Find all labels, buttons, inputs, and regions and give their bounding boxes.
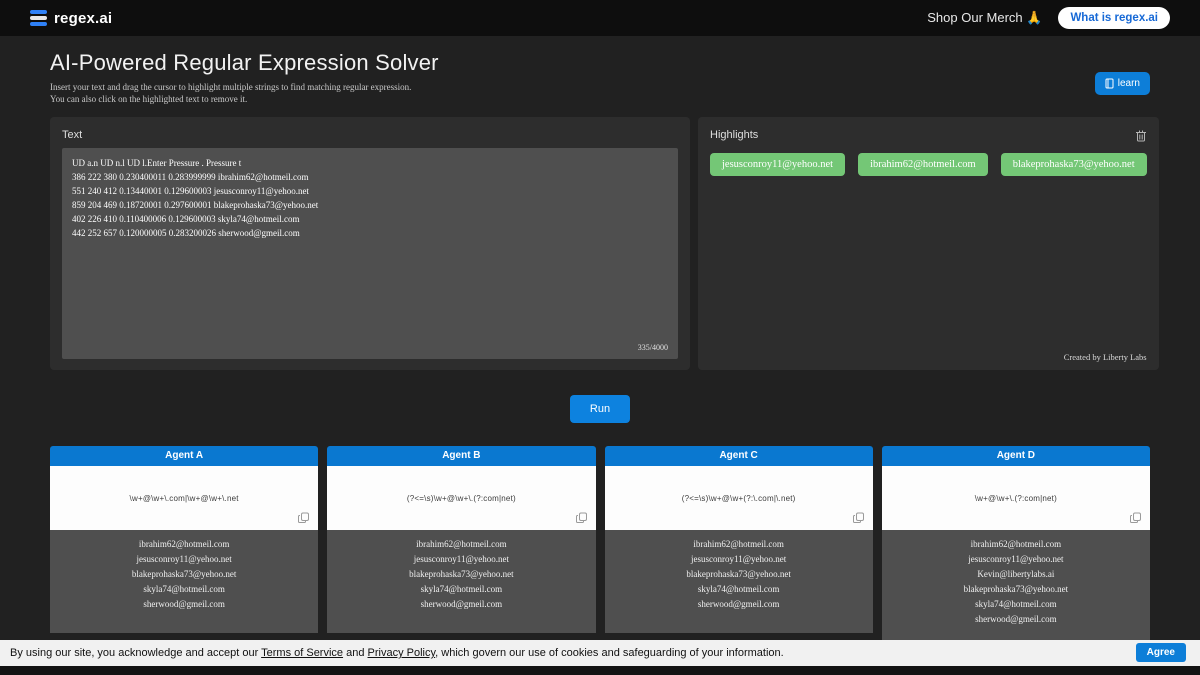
match-result: sherwood@gmeil.com <box>420 599 503 609</box>
text-line: UD a.n UD n.l UD l.Enter Pressure . Pres… <box>72 158 242 168</box>
text-line: 402 226 410 0.110400006 0.129600003 skyl… <box>72 214 300 224</box>
trash-icon <box>1135 130 1146 142</box>
learn-button[interactable]: learn <box>1094 72 1150 95</box>
copy-icon <box>852 512 864 523</box>
book-icon <box>1105 78 1114 89</box>
regex-ai-logo-icon <box>30 10 47 26</box>
agent-card-b: Agent B (?<=\s)\w+@\w+\.(?:com|net) ibra… <box>327 446 596 633</box>
cookie-text-before: By using our site, you acknowledge and a… <box>10 647 262 659</box>
highlight-chips: jesusconroy11@yehoo.net ibrahim62@hotmei… <box>710 153 1147 176</box>
agent-a-regex: \w+@\w+\.com|\w+@\w+\.net <box>129 493 239 503</box>
main-panels: Text UD a.n UD n.l UD l.Enter Pressure .… <box>50 117 1159 370</box>
page-title: AI-Powered Regular Expression Solver <box>50 50 439 75</box>
logo[interactable]: regex.ai <box>30 10 112 27</box>
text-input[interactable]: UD a.n UD n.l UD l.Enter Pressure . Pres… <box>62 148 678 359</box>
logo-text: regex.ai <box>54 9 113 27</box>
match-result: blakeprohaska73@yehoo.net <box>686 569 791 579</box>
text-line: 551 240 412 0.13440001 0.129600003 jesus… <box>72 186 309 196</box>
agent-c-regex: (?<=\s)\w+@\w+(?:\.com|\.net) <box>681 493 796 503</box>
match-result: jesusconroy11@yehoo.net <box>691 554 787 564</box>
run-button[interactable]: Run <box>569 395 631 423</box>
agent-a-regex-area: \w+@\w+\.com|\w+@\w+\.net <box>50 466 319 530</box>
cookie-text-mid: and <box>343 647 368 659</box>
agent-c-results: ibrahim62@hotmeil.com jesusconroy11@yeho… <box>604 530 873 633</box>
highlight-chip[interactable]: jesusconroy11@yehoo.net <box>710 153 846 176</box>
copy-icon <box>575 512 587 523</box>
copy-regex-button[interactable] <box>1130 512 1142 524</box>
agent-a-title: Agent A <box>50 446 319 466</box>
highlight-chip[interactable]: ibrahim62@hotmeil.com <box>858 153 988 176</box>
subtitle-line-2: You can also click on the highlighted te… <box>50 94 248 104</box>
topbar: regex.ai Shop Our Merch 🙏 What is regex.… <box>0 0 1200 36</box>
agent-b-regex-area: (?<=\s)\w+@\w+\.(?:com|net) <box>327 466 596 530</box>
match-result: jesusconroy11@yehoo.net <box>968 554 1064 564</box>
highlights-panel: Highlights jesusconroy11@yehoo.net ibrah… <box>698 117 1159 370</box>
copy-icon <box>1130 512 1141 523</box>
agent-b-regex: (?<=\s)\w+@\w+\.(?:com|net) <box>406 493 516 503</box>
match-result: blakeprohaska73@yehoo.net <box>131 569 237 579</box>
cookie-text: By using our site, you acknowledge and a… <box>10 647 784 659</box>
shop-merch-link[interactable]: Shop Our Merch 🙏 <box>927 10 1042 26</box>
learn-button-label: learn <box>1117 78 1140 89</box>
copy-icon <box>298 512 310 523</box>
agent-b-title: Agent B <box>327 446 596 466</box>
agents-row: Agent A \w+@\w+\.com|\w+@\w+\.net ibrahi… <box>50 446 1150 648</box>
topbar-right: Shop Our Merch 🙏 What is regex.ai <box>927 7 1170 29</box>
copy-regex-button[interactable] <box>298 512 310 524</box>
text-line: 859 204 469 0.18720001 0.297600001 blake… <box>72 200 319 210</box>
match-result: blakeprohaska73@yehoo.net <box>409 569 514 579</box>
clear-highlights-button[interactable] <box>1135 129 1147 142</box>
intro-section: AI-Powered Regular Expression Solver Ins… <box>0 36 1200 105</box>
bottom-strip <box>0 666 1200 675</box>
privacy-policy-link[interactable]: Privacy Policy <box>368 647 436 659</box>
agree-button[interactable]: Agree <box>1135 643 1186 662</box>
cookie-banner: By using our site, you acknowledge and a… <box>0 640 1200 666</box>
char-count: 335/4000 <box>637 343 668 352</box>
run-row: Run <box>0 395 1200 423</box>
text-line: 386 222 380 0.230400011 0.283999999 ibra… <box>72 172 309 182</box>
agent-d-regex: \w+@\w+\.(?:com|net) <box>974 493 1057 503</box>
match-result: jesusconroy11@yehoo.net <box>413 554 509 564</box>
match-result: jesusconroy11@yehoo.net <box>136 554 232 564</box>
subtitle-line-1: Insert your text and drag the cursor to … <box>50 82 412 92</box>
agent-c-title: Agent C <box>604 446 873 466</box>
match-result: Kevin@libertylabs.ai <box>977 569 1055 579</box>
agent-card-a: Agent A \w+@\w+\.com|\w+@\w+\.net ibrahi… <box>50 446 319 633</box>
agent-d-regex-area: \w+@\w+\.(?:com|net) <box>881 466 1150 530</box>
match-result: ibrahim62@hotmeil.com <box>693 539 784 549</box>
highlights-panel-label: Highlights <box>710 129 759 141</box>
text-line: 442 252 657 0.120000005 0.283200026 sher… <box>72 228 300 238</box>
cookie-text-after: , which govern our use of cookies and sa… <box>435 647 784 659</box>
agent-d-results: ibrahim62@hotmeil.com jesusconroy11@yeho… <box>881 530 1150 648</box>
terms-of-service-link[interactable]: Terms of Service <box>261 647 343 659</box>
copy-regex-button[interactable] <box>852 512 865 524</box>
match-result: skyla74@hotmeil.com <box>697 584 780 594</box>
agent-a-results: ibrahim62@hotmeil.com jesusconroy11@yeho… <box>50 530 319 633</box>
match-result: skyla74@hotmeil.com <box>143 584 225 594</box>
match-result: skyla74@hotmeil.com <box>420 584 503 594</box>
agent-d-title: Agent D <box>881 446 1150 466</box>
credit-text: Created by Liberty Labs <box>1063 352 1147 362</box>
text-panel: Text UD a.n UD n.l UD l.Enter Pressure .… <box>50 117 690 370</box>
match-result: ibrahim62@hotmeil.com <box>970 539 1062 549</box>
agent-c-regex-area: (?<=\s)\w+@\w+(?:\.com|\.net) <box>604 466 873 530</box>
highlight-chip[interactable]: blakeprohaska73@yehoo.net <box>1000 153 1147 176</box>
match-result: ibrahim62@hotmeil.com <box>416 539 507 549</box>
what-is-regexai-button[interactable]: What is regex.ai <box>1058 7 1170 29</box>
agent-card-d: Agent D \w+@\w+\.(?:com|net) ibrahim62@h… <box>881 446 1150 648</box>
agent-card-c: Agent C (?<=\s)\w+@\w+(?:\.com|\.net) ib… <box>604 446 873 633</box>
match-result: blakeprohaska73@yehoo.net <box>963 584 1069 594</box>
copy-regex-button[interactable] <box>575 512 588 524</box>
agent-b-results: ibrahim62@hotmeil.com jesusconroy11@yeho… <box>327 530 596 633</box>
text-panel-label: Text <box>62 129 83 141</box>
match-result: sherwood@gmeil.com <box>143 599 225 609</box>
match-result: sherwood@gmeil.com <box>697 599 780 609</box>
match-result: skyla74@hotmeil.com <box>975 599 1057 609</box>
match-result: ibrahim62@hotmeil.com <box>138 539 230 549</box>
match-result: sherwood@gmeil.com <box>975 614 1057 624</box>
